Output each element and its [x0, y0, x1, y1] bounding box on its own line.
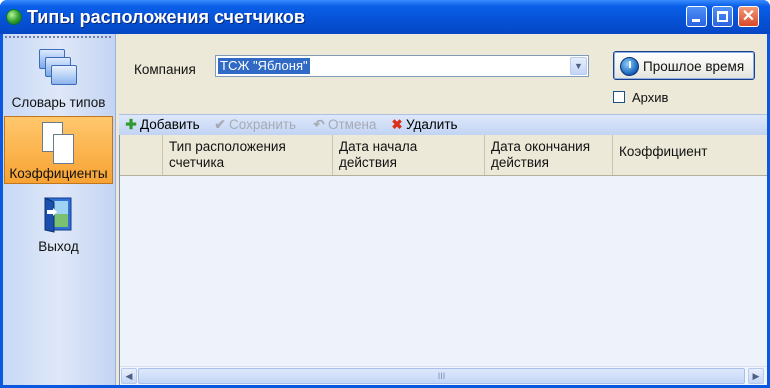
column-header-end-date[interactable]: Дата окончания действия — [485, 135, 613, 175]
app-window: Типы расположения счетчиков ✕ Словарь ти… — [0, 0, 770, 388]
horizontal-scrollbar[interactable]: ◀ III ▶ — [120, 366, 767, 385]
maximize-button[interactable] — [712, 6, 733, 27]
sidebar-item-label: Выход — [38, 239, 79, 254]
folders-icon — [39, 49, 77, 87]
company-label: Компания — [134, 62, 196, 77]
sidebar-item-exit[interactable]: Выход — [4, 188, 113, 260]
close-button[interactable]: ✕ — [738, 6, 759, 27]
grid-toolbar: ✚ Добавить ✔ Сохранить ↶ Отмена ✖ Удалить — [119, 114, 767, 136]
sidebar-item-dictionary[interactable]: Словарь типов — [4, 42, 113, 114]
column-header-line: Дата окончания — [491, 139, 591, 154]
column-header-line: действия — [491, 155, 549, 170]
filter-form: Компания ТСЖ "Яблоня" ▼ Прошлое время Ар… — [119, 34, 767, 114]
column-header-line: счетчика — [169, 155, 225, 170]
undo-icon: ↶ — [313, 117, 325, 132]
plus-icon: ✚ — [125, 117, 137, 132]
archive-label: Архив — [632, 90, 669, 105]
add-button[interactable]: ✚ Добавить — [124, 116, 200, 134]
title-bar[interactable]: Типы расположения счетчиков ✕ — [0, 0, 770, 34]
delete-x-icon: ✖ — [391, 117, 403, 132]
past-time-button[interactable]: Прошлое время — [613, 51, 755, 80]
company-select-value: ТСЖ "Яблоня" — [218, 58, 310, 74]
exit-door-icon — [44, 197, 72, 233]
sidebar-grip — [5, 36, 111, 38]
chevron-down-icon[interactable]: ▼ — [570, 57, 587, 75]
minimize-icon — [692, 19, 700, 22]
past-time-label: Прошлое время — [643, 59, 745, 74]
archive-checkbox[interactable] — [613, 91, 625, 103]
cancel-label: Отмена — [328, 117, 377, 132]
close-icon: ✕ — [741, 8, 756, 25]
clock-icon — [620, 57, 639, 76]
client-area: Словарь типов Коэффициенты Выход Компани… — [3, 34, 767, 385]
column-header-line: Тип расположения — [169, 139, 286, 154]
checkmark-icon: ✔ — [214, 117, 226, 132]
company-select[interactable]: ТСЖ "Яблоня" ▼ — [215, 55, 589, 77]
grid-header: Тип расположения счетчика Дата начала де… — [120, 135, 767, 176]
app-globe-icon — [6, 9, 22, 25]
cancel-button[interactable]: ↶ Отмена — [312, 116, 376, 134]
add-label: Добавить — [140, 117, 200, 132]
column-header-coefficient[interactable]: Коэффициент — [613, 135, 767, 175]
column-header-line: действия — [339, 155, 397, 170]
column-header-meter-location-type[interactable]: Тип расположения счетчика — [163, 135, 333, 175]
scroll-left-icon[interactable]: ◀ — [121, 368, 137, 384]
maximize-icon — [717, 11, 728, 22]
scroll-thumb[interactable]: III — [138, 368, 745, 384]
sidebar-item-label: Коэффициенты — [9, 166, 108, 181]
delete-button[interactable]: ✖ Удалить — [390, 116, 458, 134]
sidebar-item-label: Словарь типов — [11, 95, 106, 110]
documents-icon — [41, 122, 75, 170]
main-panel: Компания ТСЖ "Яблоня" ▼ Прошлое время Ар… — [119, 34, 767, 385]
save-label: Сохранить — [229, 117, 297, 132]
scroll-right-icon[interactable]: ▶ — [748, 368, 764, 384]
column-header-line: Дата начала — [339, 139, 418, 154]
minimize-button[interactable] — [686, 6, 707, 27]
window-title: Типы расположения счетчиков — [27, 7, 305, 27]
sidebar-item-coefficients[interactable]: Коэффициенты — [4, 116, 113, 184]
data-grid[interactable]: Тип расположения счетчика Дата начала де… — [119, 135, 767, 385]
column-header-line: Коэффициент — [619, 144, 708, 159]
column-header-start-date[interactable]: Дата начала действия — [333, 135, 485, 175]
sidebar: Словарь типов Коэффициенты Выход — [3, 34, 116, 385]
save-button[interactable]: ✔ Сохранить — [213, 116, 296, 134]
delete-label: Удалить — [406, 117, 458, 132]
row-header-corner — [120, 135, 163, 175]
